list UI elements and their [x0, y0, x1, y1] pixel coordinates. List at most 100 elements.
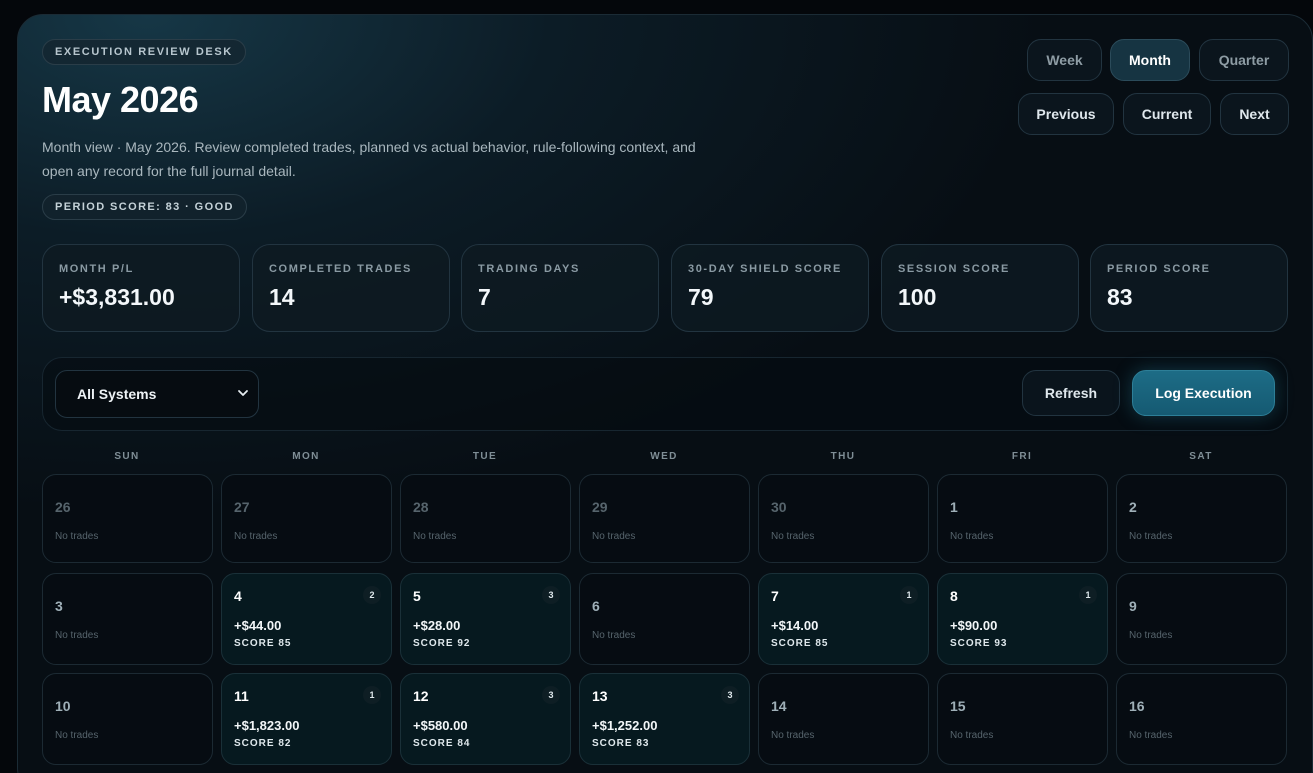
calendar-day-cell[interactable]: 15 No trades	[937, 673, 1108, 765]
day-score: SCORE 93	[950, 638, 1008, 649]
weekday-header: MON	[292, 451, 320, 462]
stat-label: 30-DAY SHIELD SCORE	[688, 263, 842, 275]
trade-count-badge: 1	[900, 586, 918, 604]
weekday-header: FRI	[1011, 451, 1033, 462]
trade-count-badge: 3	[542, 586, 560, 604]
stat-label: SESSION SCORE	[898, 263, 1010, 275]
page-title: May 2026	[42, 79, 199, 120]
log-execution-button[interactable]: Log Execution	[1132, 370, 1275, 416]
stat-label: COMPLETED TRADES	[269, 263, 412, 275]
stat-value: 79	[688, 284, 714, 310]
calendar-day-cell[interactable]: 9 No trades	[1116, 573, 1287, 665]
stat-label: MONTH P/L	[59, 263, 134, 275]
calendar-day-cell[interactable]: 8 1 +$90.00 SCORE 93	[937, 573, 1108, 665]
day-pnl: +$14.00	[771, 618, 819, 633]
calendar-day-cell[interactable]: 26 No trades	[42, 474, 213, 563]
weekday-header: THU	[830, 451, 856, 462]
stat-value: 83	[1107, 284, 1133, 310]
no-trades-label: No trades	[592, 630, 636, 641]
no-trades-label: No trades	[55, 630, 99, 641]
day-number: 4	[234, 588, 242, 604]
no-trades-label: No trades	[1129, 630, 1173, 641]
stat-card-month-pl: MONTH P/L +$3,831.00	[42, 244, 240, 332]
no-trades-label: No trades	[1129, 531, 1173, 542]
page-description: Month view · May 2026. Review completed …	[42, 139, 696, 179]
stat-value: +$3,831.00	[59, 284, 175, 310]
calendar-day-cell[interactable]: 5 3 +$28.00 SCORE 92	[400, 573, 571, 665]
calendar-day-cell[interactable]: 4 2 +$44.00 SCORE 85	[221, 573, 392, 665]
calendar-day-cell[interactable]: 7 1 +$14.00 SCORE 85	[758, 573, 929, 665]
calendar-day-cell[interactable]: 12 3 +$580.00 SCORE 84	[400, 673, 571, 765]
day-pnl: +$1,252.00	[592, 718, 658, 733]
calendar-day-cell[interactable]: 2 No trades	[1116, 474, 1287, 563]
stat-card-completed-trades: COMPLETED TRADES 14	[252, 244, 450, 332]
day-number: 3	[55, 598, 63, 614]
previous-button[interactable]: Previous	[1018, 93, 1114, 135]
day-score: SCORE 83	[592, 738, 650, 749]
stat-value: 14	[269, 284, 295, 310]
stat-card-session-score: SESSION SCORE 100	[881, 244, 1079, 332]
calendar-day-cell[interactable]: 27 No trades	[221, 474, 392, 563]
no-trades-label: No trades	[55, 730, 99, 741]
trade-count-badge: 1	[363, 686, 381, 704]
system-filter-value: All Systems	[77, 386, 157, 402]
no-trades-label: No trades	[55, 531, 99, 542]
no-trades-label: No trades	[771, 730, 815, 741]
calendar-day-cell[interactable]: 6 No trades	[579, 573, 750, 665]
weekday-header: TUE	[472, 451, 498, 462]
calendar-day-cell[interactable]: 28 No trades	[400, 474, 571, 563]
day-number: 13	[592, 688, 608, 704]
day-number: 7	[771, 588, 779, 604]
no-trades-label: No trades	[950, 730, 994, 741]
day-pnl: +$580.00	[413, 718, 468, 733]
day-number: 8	[950, 588, 958, 604]
day-number: 29	[592, 499, 608, 515]
day-number: 28	[413, 499, 429, 515]
day-number: 1	[950, 499, 958, 515]
stat-label: PERIOD SCORE	[1107, 263, 1211, 275]
trade-count-badge: 3	[542, 686, 560, 704]
trade-count-badge: 3	[721, 686, 739, 704]
calendar-day-cell[interactable]: 13 3 +$1,252.00 SCORE 83	[579, 673, 750, 765]
day-number: 27	[234, 499, 250, 515]
no-trades-label: No trades	[234, 531, 278, 542]
day-pnl: +$44.00	[234, 618, 282, 633]
chevron-down-icon	[238, 390, 248, 396]
refresh-button[interactable]: Refresh	[1022, 370, 1120, 416]
day-number: 6	[592, 598, 600, 614]
day-number: 14	[771, 698, 787, 714]
calendar-day-cell[interactable]: 14 No trades	[758, 673, 929, 765]
day-pnl: +$1,823.00	[234, 718, 300, 733]
stat-label: TRADING DAYS	[478, 263, 580, 275]
next-button[interactable]: Next	[1220, 93, 1289, 135]
review-panel: EXECUTION REVIEW DESK May 2026 Month vie…	[17, 14, 1313, 773]
view-quarter-button[interactable]: Quarter	[1199, 39, 1289, 81]
system-filter-select[interactable]: All Systems	[55, 370, 259, 418]
trade-count-badge: 2	[363, 586, 381, 604]
day-number: 2	[1129, 499, 1137, 515]
day-score: SCORE 85	[771, 638, 829, 649]
day-pnl: +$28.00	[413, 618, 461, 633]
calendar-toolbar: All Systems Refresh Log Execution	[42, 357, 1288, 431]
stat-card-shield-score: 30-DAY SHIELD SCORE 79	[671, 244, 869, 332]
calendar-day-cell[interactable]: 10 No trades	[42, 673, 213, 765]
view-week-button[interactable]: Week	[1027, 39, 1102, 81]
calendar-day-cell[interactable]: 11 1 +$1,823.00 SCORE 82	[221, 673, 392, 765]
calendar-day-cell[interactable]: 30 No trades	[758, 474, 929, 563]
day-pnl: +$90.00	[950, 618, 998, 633]
calendar-day-cell[interactable]: 29 No trades	[579, 474, 750, 563]
weekday-header: WED	[650, 451, 678, 462]
stat-value: 100	[898, 284, 937, 310]
day-number: 15	[950, 698, 966, 714]
day-number: 16	[1129, 698, 1145, 714]
stat-value: 7	[478, 284, 491, 310]
day-number: 9	[1129, 598, 1137, 614]
day-score: SCORE 92	[413, 638, 471, 649]
calendar-day-cell[interactable]: 16 No trades	[1116, 673, 1287, 765]
weekday-header: SUN	[114, 451, 140, 462]
weekday-header: SAT	[1189, 451, 1213, 462]
view-month-button[interactable]: Month	[1110, 39, 1190, 81]
calendar-day-cell[interactable]: 1 No trades	[937, 474, 1108, 563]
current-button[interactable]: Current	[1123, 93, 1211, 135]
calendar-day-cell[interactable]: 3 No trades	[42, 573, 213, 665]
